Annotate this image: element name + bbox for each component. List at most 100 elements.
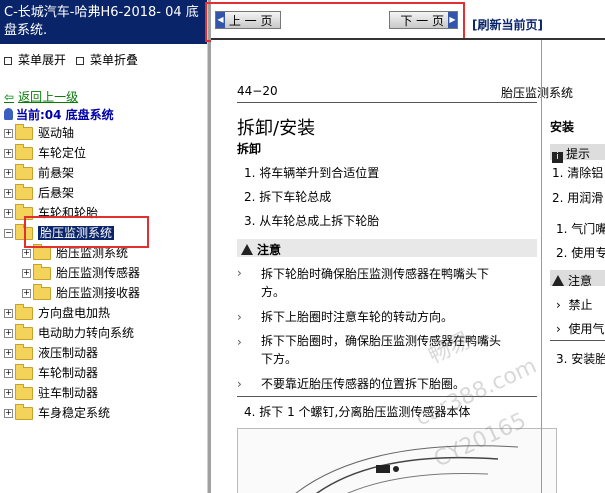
folder-icon — [33, 284, 51, 300]
tree-item-label: 驱动轴 — [38, 126, 75, 140]
square-icon — [76, 56, 84, 65]
tree-item[interactable]: + 车轮制动器 — [4, 364, 98, 382]
highlight-box — [24, 216, 149, 248]
current-location: 当前:04 底盘系统 — [4, 106, 114, 123]
expand-icon[interactable]: + — [22, 289, 31, 298]
expand-icon[interactable]: + — [4, 369, 13, 378]
folder-icon — [15, 344, 33, 360]
right-text: 2. 使用专 — [556, 246, 605, 260]
caution-text: 拆下上胎圈时注意车轮的转动方向。 — [261, 310, 454, 324]
folder-icon — [15, 324, 33, 340]
expand-icon[interactable]: + — [4, 309, 13, 318]
tree-item-label: 前悬架 — [38, 166, 75, 180]
tree-item[interactable]: + 驻车制动器 — [4, 384, 98, 402]
tree-item[interactable]: + 前悬架 — [4, 164, 74, 182]
tree-item-label: 胎压监测接收器 — [56, 286, 141, 300]
right-text: 2. 用润滑 — [552, 191, 604, 205]
right-text: › 使用气 — [556, 322, 605, 336]
highlight-box — [205, 2, 465, 42]
right-text: 3. 安装胎 — [556, 352, 605, 366]
right-text: › 禁止 — [556, 298, 593, 312]
expand-icon[interactable]: + — [4, 169, 13, 178]
divider — [237, 102, 537, 103]
arrow-left-icon: ⇦ — [4, 90, 15, 104]
tree-item-label: 胎压监测传感器 — [56, 266, 141, 280]
tip-heading: i 提示 — [552, 145, 590, 163]
expand-icon[interactable]: + — [4, 329, 13, 338]
menu-expand-button[interactable]: 菜单展开 — [4, 51, 66, 68]
tree-item-label: 车轮定位 — [38, 146, 87, 160]
caution-heading: 注意 — [552, 272, 592, 289]
menu-collapse-button[interactable]: 菜单折叠 — [76, 51, 138, 68]
tree-item-label: 车身稳定系统 — [38, 406, 111, 420]
bullet-icon: › — [237, 266, 242, 280]
folder-icon — [15, 184, 33, 200]
page-number: 44−20 — [237, 84, 278, 98]
expand-icon[interactable]: + — [4, 389, 13, 398]
folder-icon — [15, 164, 33, 180]
tree-item[interactable]: + 电动助力转向系统 — [4, 324, 134, 342]
caution-text: 拆下轮胎时确保胎压监测传感器在鸭嘴头下 — [261, 267, 490, 281]
tree-item[interactable]: + 车身稳定系统 — [4, 404, 110, 422]
sub-title: 拆卸 — [237, 142, 262, 156]
window-title: C-长城汽车-哈弗H6-2018- 04 底盘系统. — [0, 0, 207, 44]
tree-item[interactable]: + 方向盘电加热 — [4, 304, 110, 322]
folder-icon — [33, 244, 51, 260]
refresh-link[interactable]: [刷新当前页] — [472, 16, 543, 33]
expand-icon[interactable]: + — [4, 209, 13, 218]
tree-item-label: 方向盘电加热 — [38, 306, 111, 320]
section-title: 拆卸/安装 — [237, 118, 316, 139]
folder-icon — [15, 384, 33, 400]
tree-item[interactable]: + 液压制动器 — [4, 344, 98, 362]
caution-text: 下方。 — [261, 352, 298, 366]
expand-icon[interactable]: + — [22, 249, 31, 258]
tree-item[interactable]: + 胎压监测接收器 — [22, 284, 140, 302]
bullet-icon: › — [237, 310, 242, 324]
right-text: 1. 清除铝 — [552, 166, 604, 180]
expand-icon[interactable]: + — [22, 269, 31, 278]
watermark: 畅易 — [424, 327, 476, 369]
expand-icon[interactable]: + — [4, 189, 13, 198]
info-icon: i — [552, 152, 563, 163]
tree-item-label: 后悬架 — [38, 186, 75, 200]
folder-icon — [15, 144, 33, 160]
bullet-icon: › — [237, 335, 242, 349]
right-column: 安装 i 提示 1. 清除铝 2. 用润滑 1. 气门嘴 2. 使用专 注意 › … — [541, 40, 605, 493]
folder-icon — [15, 124, 33, 140]
pin-icon — [4, 108, 13, 120]
folder-icon — [15, 304, 33, 320]
tree-panel: C-长城汽车-哈弗H6-2018- 04 底盘系统. 菜单展开 菜单折叠 ⇦ 返回… — [0, 0, 207, 493]
expand-icon[interactable]: + — [4, 149, 13, 158]
tree-item[interactable]: + 驱动轴 — [4, 124, 74, 142]
back-link[interactable]: ⇦ 返回上一级 — [4, 88, 78, 105]
warning-icon — [241, 244, 253, 255]
expand-icon[interactable]: − — [4, 229, 13, 238]
tree-item-label: 液压制动器 — [38, 346, 99, 360]
caution-text: 不要靠近胎压传感器的位置拆下胎圈。 — [261, 377, 466, 391]
folder-icon — [33, 264, 51, 280]
tree-item[interactable]: + 后悬架 — [4, 184, 74, 202]
tree-item[interactable]: + 车轮定位 — [4, 144, 86, 162]
folder-icon — [15, 364, 33, 380]
tree-item-label: 胎压监测系统 — [56, 246, 129, 260]
tree-item-label: 车轮制动器 — [38, 366, 99, 380]
tree-item-label: 电动助力转向系统 — [38, 326, 135, 340]
divider — [550, 340, 605, 341]
expand-icon[interactable]: + — [4, 349, 13, 358]
warning-icon — [552, 275, 564, 286]
step-2: 2. 拆下车轮总成 — [244, 190, 332, 204]
expand-icon[interactable]: + — [4, 409, 13, 418]
right-text: 1. 气门嘴 — [556, 222, 605, 236]
tree-item-label: 驻车制动器 — [38, 386, 99, 400]
expand-icon[interactable]: + — [4, 129, 13, 138]
document-page: 44−20 胎压监测系统 拆卸/安装 拆卸 1. 将车辆举升到合适位置 2. 拆… — [211, 40, 605, 493]
caution-bar — [237, 239, 537, 257]
step-3: 3. 从车轮总成上拆下轮胎 — [244, 214, 380, 228]
folder-icon — [15, 404, 33, 420]
tree-item[interactable]: + 胎压监测传感器 — [22, 264, 140, 282]
install-title: 安装 — [550, 120, 575, 134]
bullet-icon: › — [237, 377, 242, 391]
caution-text: 方。 — [261, 285, 286, 299]
square-icon — [4, 56, 12, 65]
caution-heading: 注意 — [241, 241, 281, 258]
